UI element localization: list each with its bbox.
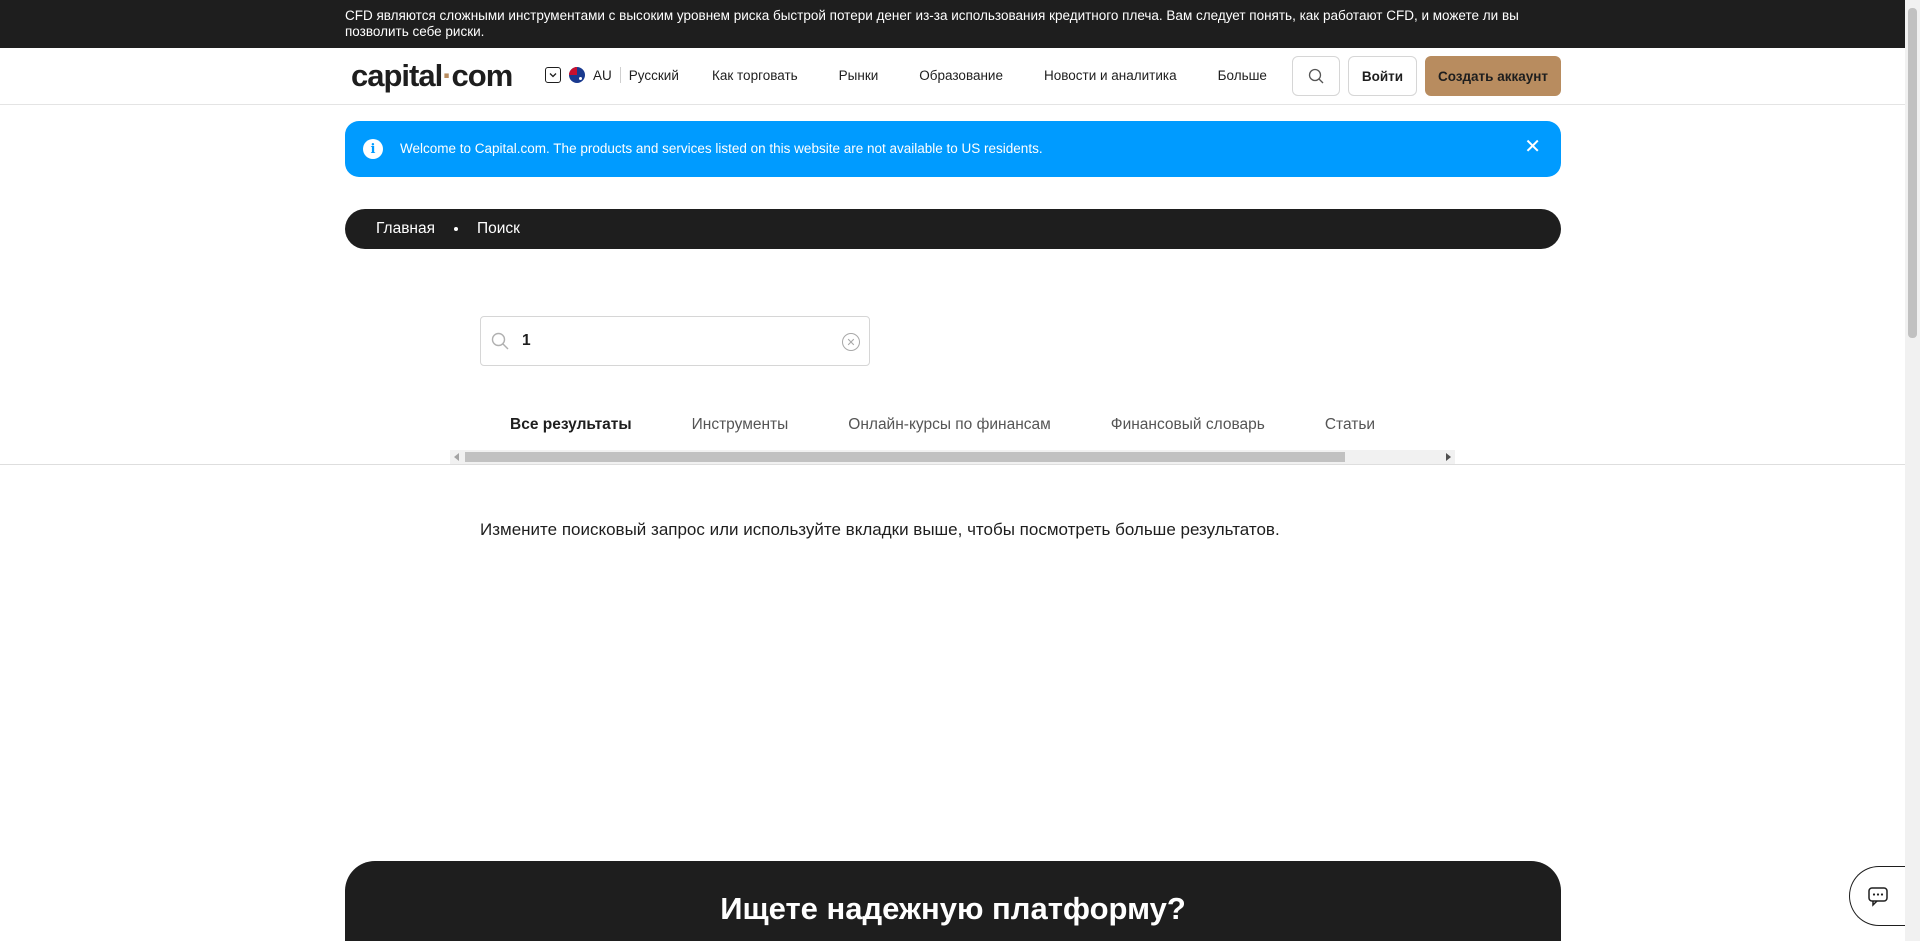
breadcrumb: Главная Поиск [345,209,1561,249]
results-tabs: Все результаты Инструменты Онлайн-курсы … [480,404,1405,452]
nav-item-news[interactable]: Новости и аналитика [1044,68,1177,83]
close-icon[interactable]: ✕ [1524,137,1541,157]
chevron-down-icon [545,67,561,83]
nav-item-markets[interactable]: Рынки [839,68,879,83]
tab-articles[interactable]: Статьи [1295,404,1405,452]
create-account-button[interactable]: Создать аккаунт [1425,56,1561,96]
divider [619,67,621,83]
tabs-scrollbar-thumb[interactable] [465,452,1345,462]
search-input-value: 1 [522,332,531,349]
logo-text-right: com [451,58,514,93]
search-icon [1308,68,1324,84]
risk-warning-bar: CFD являются сложными инструментами с вы… [0,0,1905,48]
breadcrumb-current: Поиск [477,220,520,237]
site-header: capital·com AU Русский Как торговать Рын… [0,48,1905,105]
region-code: AU [593,67,612,83]
tab-glossary[interactable]: Финансовый словарь [1081,404,1295,452]
no-results-hint: Измените поисковый запрос или используйт… [480,520,1280,539]
australia-flag-icon [569,67,585,83]
logo-dot: · [442,58,452,93]
chat-icon [1867,887,1888,907]
risk-warning-text: CFD являются сложными инструментами с вы… [345,8,1519,39]
chat-button[interactable] [1849,866,1905,926]
logo-text-left: capital [351,58,443,93]
search-input[interactable]: 1 ✕ [480,316,870,366]
tab-online-courses[interactable]: Онлайн-курсы по финансам [818,404,1081,452]
tabs-scrollbar[interactable] [450,450,1455,464]
search-button[interactable] [1292,56,1340,96]
breadcrumb-separator [454,227,458,231]
platform-cta-banner: Ищете надежную платформу? [345,861,1561,941]
nav-item-more[interactable]: Больше [1218,68,1267,83]
login-button[interactable]: Войти [1348,56,1417,96]
info-icon: i [363,139,383,159]
tabs-divider [0,464,1905,465]
nav-item-education[interactable]: Образование [919,68,1003,83]
tab-all-results[interactable]: Все результаты [480,404,662,452]
breadcrumb-home[interactable]: Главная [376,220,435,238]
notice-message: Welcome to Capital.com. The products and… [400,141,1043,156]
cta-title: Ищете надежную платформу? [720,891,1186,926]
locale-selector[interactable]: AU Русский [545,67,679,83]
tab-instruments[interactable]: Инструменты [662,404,819,452]
nav-item-how-to-trade[interactable]: Как торговать [712,68,798,83]
language-label: Русский [628,67,679,83]
us-residents-notice: i Welcome to Capital.com. The products a… [345,121,1561,177]
page-scrollbar-thumb[interactable] [1908,8,1917,338]
clear-search-icon[interactable]: ✕ [842,333,860,351]
main-nav: Как торговать Рынки Образование Новости … [712,68,1308,83]
scroll-right-icon[interactable] [1446,453,1451,461]
search-icon [491,332,509,350]
logo[interactable]: capital·com [351,58,514,94]
scroll-left-icon[interactable] [454,453,459,461]
page-scrollbar[interactable] [1905,0,1920,941]
